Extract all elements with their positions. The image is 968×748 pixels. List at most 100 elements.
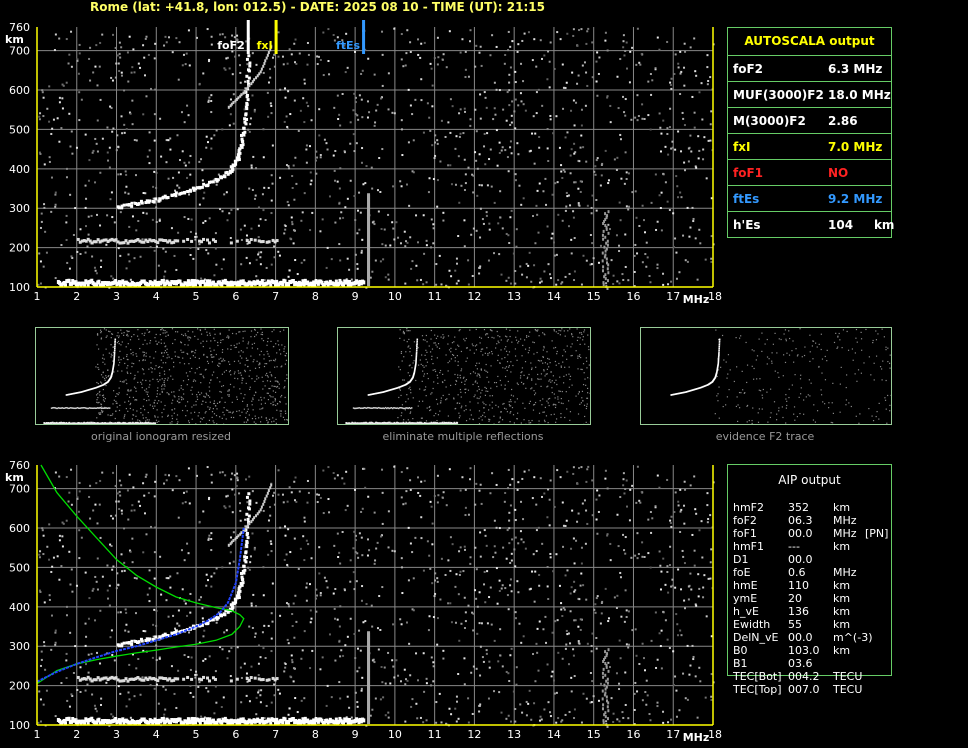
x-tick-label: 15	[587, 290, 601, 303]
aip-unit: km	[833, 592, 851, 605]
f2-trace	[116, 492, 252, 648]
autoscala-value: 9.2 MHz	[828, 192, 883, 206]
marker-label-fof2: foF2	[217, 39, 245, 52]
x-tick-label: 12	[467, 728, 481, 741]
x-tick-label: 11	[428, 290, 442, 303]
aip-param: TEC[Top]	[733, 683, 782, 696]
y-tick-label: 600	[9, 522, 30, 535]
x-tick-label: 17	[666, 728, 680, 741]
x-tick-label: 3	[113, 290, 120, 303]
y-tick-label: 600	[9, 84, 30, 97]
aip-param: DelN_vE	[733, 631, 779, 644]
x-tick-label: 4	[153, 728, 160, 741]
thumbnail-eliminate	[337, 327, 592, 426]
x-tick-label: 7	[272, 290, 279, 303]
x-tick-label: 5	[193, 728, 200, 741]
autoscala-row-ftes: ftEs 9.2 MHz	[728, 185, 891, 212]
aip-param: hmF1	[733, 540, 765, 553]
aip-value: 20	[788, 592, 802, 605]
x-tick-label: 13	[507, 728, 521, 741]
x-tick-label: 14	[547, 290, 561, 303]
y-tick-label: 400	[9, 163, 30, 176]
x-tick-label: 9	[352, 290, 359, 303]
thumbnail-evidence	[640, 327, 892, 425]
x-tick-label: 1	[34, 728, 41, 741]
y-tick-label: 500	[9, 561, 30, 574]
aip-ionogram-chart: 1 2 3 4 5 6 7 8 9 10 11 12 13 14 15 16 17 18MHz1002003004…	[5, 459, 722, 744]
marker-line-ftes	[362, 20, 366, 54]
x-tick-label: 1	[34, 290, 41, 303]
aip-value: 136	[788, 605, 809, 618]
autoscala-row-hes: h'Es 104 km	[728, 211, 895, 238]
autoscala-param: h'Es	[733, 218, 761, 232]
aip-value: 110	[788, 579, 809, 592]
aip-value: 352	[788, 501, 809, 514]
x-tick-label: 8	[312, 290, 319, 303]
autoscala-row-fof2: foF2 6.3 MHz	[728, 55, 891, 82]
aip-unit: km	[833, 540, 851, 553]
aip-value: 03.6	[788, 657, 813, 670]
autoscala-value: 2.86	[828, 114, 858, 128]
thumbnail-caption-eliminate: eliminate multiple reflections	[382, 430, 544, 443]
aip-param: D1	[733, 553, 749, 566]
x-tick-label: 8	[312, 728, 319, 741]
x-tick-label: 12	[467, 290, 481, 303]
aip-param: TEC[Bot]	[733, 670, 782, 683]
marker-label-fxi: fxI	[257, 39, 273, 52]
x-tick-label: 5	[193, 290, 200, 303]
autoscala-param: M(3000)F2	[733, 114, 806, 128]
y-tick-label: 200	[9, 242, 30, 255]
aip-value: 00.0	[788, 631, 813, 644]
aip-param: B1	[733, 657, 748, 670]
x-tick-label: 6	[232, 290, 239, 303]
x-tick-label: 18	[708, 290, 722, 303]
x-tick-label: 3	[113, 728, 120, 741]
aip-value: 00.0	[788, 553, 813, 566]
autoscala-row-fof1: foF1 NO	[728, 159, 891, 186]
y-tick-label: 200	[9, 680, 30, 693]
es-layer-trace	[56, 278, 366, 288]
aip-value: 55	[788, 618, 802, 631]
aip-unit: TECU	[833, 670, 863, 683]
aip-unit: MHz	[833, 527, 857, 540]
page-header: Rome (lat: +41.8, lon: 012.5) - DATE: 20…	[90, 0, 545, 14]
aip-param: foF2	[733, 514, 757, 527]
aip-unit: km	[833, 618, 851, 631]
aip-flag: [PN]	[865, 527, 889, 540]
autoscala-value: 7.0 MHz	[828, 140, 883, 154]
x-tick-label: 13	[507, 290, 521, 303]
autoscala-param: MUF(3000)F2	[733, 88, 824, 102]
autoscala-value: NO	[828, 166, 849, 180]
x-tick-label: 7	[272, 728, 279, 741]
thumbnail-original	[35, 327, 289, 426]
aip-param: foE	[733, 566, 751, 579]
x-tick-label: 14	[547, 728, 561, 741]
grid	[36, 27, 714, 288]
autoscala-param: foF2	[733, 62, 764, 76]
autoscala-row-muf3000f2: MUF(3000)F2 18.0 MHz	[728, 81, 891, 108]
y-tick-label: 300	[9, 640, 30, 653]
x-tick-label: 16	[626, 728, 640, 741]
aip-value: 0.6	[788, 566, 806, 579]
autoscala-row-fxi: fxI 7.0 MHz	[728, 133, 891, 160]
autoscala-value: 104 km	[828, 218, 895, 232]
noise-speckles	[37, 465, 715, 728]
x-tick-label: 18	[708, 728, 722, 741]
aip-unit: MHz	[833, 514, 857, 527]
y-unit-label: km	[5, 471, 24, 484]
x-tick-label: 10	[388, 728, 402, 741]
aip-param: hmF2	[733, 501, 765, 514]
aip-param: hmE	[733, 579, 758, 592]
x-tick-label: 9	[352, 728, 359, 741]
autoscala-row-m3000f2: M(3000)F2 2.86	[728, 107, 891, 134]
model-trace-curve	[36, 464, 245, 685]
main-ionogram-chart: foF2 fxI ftEs1 2 3 4 5 6 7 8 9 10 11 12 13 14 15 16 17 18MH…	[5, 20, 722, 306]
x-unit-label: MHz	[683, 731, 710, 744]
grid	[36, 465, 714, 726]
autoscala-param: foF1	[733, 166, 764, 180]
autoscala-output-panel: AUTOSCALA output foF2 6.3 MHz MUF(3000)F2 1…	[727, 27, 895, 238]
aip-value: 00.0	[788, 527, 813, 540]
x-tick-label: 10	[388, 290, 402, 303]
marker-line-fxi	[274, 20, 278, 54]
aip-param: Ewidth	[733, 618, 771, 631]
